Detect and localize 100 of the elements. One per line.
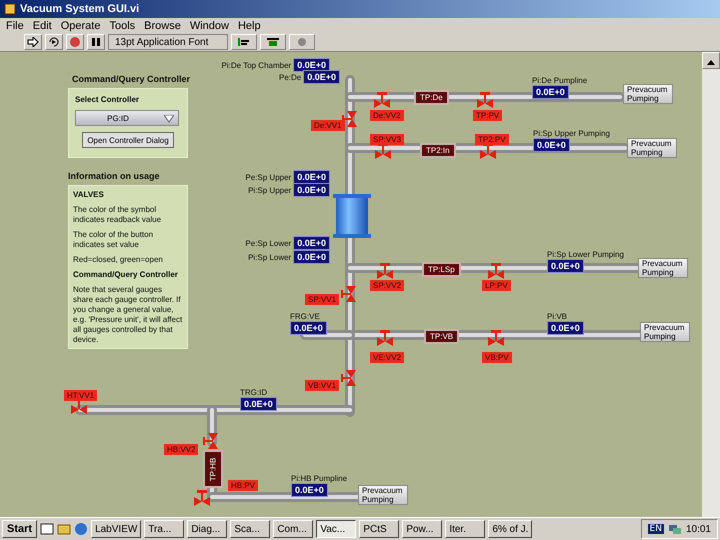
valve-icon[interactable] xyxy=(341,285,359,303)
panel-heading: Information on usage xyxy=(68,171,160,182)
valve-icon[interactable] xyxy=(373,91,391,109)
open-dialog-button[interactable]: Open Controller Dialog xyxy=(82,132,174,148)
taskbar-button[interactable]: 6% of J. xyxy=(488,520,532,538)
valve-button[interactable]: SP:VV3 xyxy=(370,134,404,145)
pressure-display: 0.0E+0 xyxy=(293,170,330,184)
gauge-label: TRG:ID xyxy=(240,388,268,397)
menu-item[interactable]: Window xyxy=(190,20,229,32)
pump-box[interactable]: TP:HB xyxy=(203,450,223,488)
menu-item[interactable]: Edit xyxy=(32,20,52,32)
valve-button[interactable]: VB:VV1 xyxy=(305,380,340,391)
taskbar-button[interactable]: Iter. xyxy=(445,520,486,538)
gauge-label: Pi:HB Pumpline xyxy=(291,474,348,483)
valve-icon[interactable] xyxy=(487,262,505,280)
valve-button[interactable]: SP:VV2 xyxy=(370,280,404,291)
gauge-label: Pi:Sp Upper xyxy=(248,186,292,194)
gauge-label: Pi:De Top Chamber xyxy=(222,60,292,70)
scrollbar[interactable] xyxy=(702,52,720,517)
gauge-label: Pe:Sp Lower xyxy=(245,238,292,248)
circle-icon xyxy=(295,37,309,47)
valve-button[interactable]: VE:VV2 xyxy=(370,352,404,363)
reorder-button[interactable] xyxy=(289,34,315,50)
abort-button[interactable] xyxy=(66,34,84,50)
menu-item[interactable]: Browse xyxy=(144,20,181,32)
valve-button[interactable]: HT:VV1 xyxy=(64,390,98,401)
valve-button[interactable]: De:VV1 xyxy=(311,120,345,131)
prevacuum-button[interactable]: Prevacuum Pumping xyxy=(627,138,677,158)
info-text: Note that several gauges share each gauge controller. If you change a general value, e.g. 'Pressure unit', it will affect all gauges controlled by that device. xyxy=(73,285,183,345)
prevacuum-button[interactable]: Prevacuum Pumping xyxy=(640,322,690,342)
pump-box[interactable]: TP:VB xyxy=(424,329,460,344)
menu-item[interactable]: Operate xyxy=(60,20,100,32)
taskbar-button[interactable]: LabVIEW xyxy=(91,520,142,538)
font-dropdown[interactable]: 13pt Application Font xyxy=(108,34,228,50)
app-icon xyxy=(4,3,16,15)
pump-box[interactable]: TP:De xyxy=(414,90,449,105)
valve-icon[interactable] xyxy=(376,262,394,280)
valve-button[interactable]: LP:PV xyxy=(482,280,511,291)
valve-button[interactable]: TP2:PV xyxy=(475,134,509,145)
start-button[interactable]: Start xyxy=(2,520,38,538)
valve-icon[interactable] xyxy=(203,432,221,450)
controller-dropdown[interactable]: PG:ID xyxy=(75,110,179,126)
valve-icon[interactable] xyxy=(193,489,211,507)
valve-icon[interactable] xyxy=(342,110,360,128)
pressure-display: 0.0E+0 xyxy=(547,321,584,335)
valve-button[interactable]: HB:PV xyxy=(228,480,258,491)
valve-icon[interactable] xyxy=(476,91,494,109)
taskbar-button[interactable]: Com... xyxy=(273,520,314,538)
taskbar-button[interactable]: Pow... xyxy=(402,520,442,538)
valve-button[interactable]: TP:PV xyxy=(473,110,502,121)
up-arrow-icon xyxy=(707,60,715,65)
panel-heading: Command/Query Controller xyxy=(72,74,190,85)
align-icon xyxy=(237,37,251,47)
network-icon[interactable] xyxy=(668,523,682,535)
valve-button[interactable]: VB:PV xyxy=(482,352,512,363)
gauge-label: Pi:De Pumpline xyxy=(532,76,588,85)
prevacuum-button[interactable]: Prevacuum Pumping xyxy=(623,84,673,104)
gauge-label: Pi:Sp Lower xyxy=(248,252,292,262)
gauge-label: Pi:VB xyxy=(547,312,568,321)
run-button[interactable] xyxy=(24,34,42,50)
gauge-label: Pi:Sp Lower Pumping xyxy=(547,250,624,259)
arrow-icon xyxy=(27,37,39,47)
pressure-display: 0.0E+0 xyxy=(532,85,569,99)
taskbar-button[interactable]: Vac... xyxy=(316,520,356,538)
pause-button[interactable] xyxy=(87,34,105,50)
valve-button[interactable]: HB:VV2 xyxy=(164,444,198,455)
menu-item[interactable]: Help xyxy=(238,20,261,32)
valve-icon[interactable] xyxy=(341,369,359,387)
desktop-icon[interactable] xyxy=(40,522,54,536)
valve-icon[interactable] xyxy=(487,329,505,347)
pressure-display: 0.0E+0 xyxy=(533,138,570,152)
loop-icon xyxy=(48,36,60,48)
align-button[interactable] xyxy=(231,34,257,50)
taskbar-button[interactable]: Sca... xyxy=(230,520,270,538)
prevacuum-button[interactable]: Prevacuum Pumping xyxy=(358,485,408,505)
pressure-display: 0.0E+0 xyxy=(291,483,328,497)
select-label: Select Controller xyxy=(75,95,140,104)
distribute-icon xyxy=(266,37,280,47)
run-continuously-button[interactable] xyxy=(45,34,63,50)
taskbar-button[interactable]: PCtS xyxy=(359,520,400,538)
distribute-button[interactable] xyxy=(260,34,286,50)
pause-icon xyxy=(91,37,101,47)
folder-icon[interactable] xyxy=(57,522,72,536)
valve-button[interactable]: SP:VV1 xyxy=(305,294,340,305)
taskbar-button[interactable]: Diag... xyxy=(187,520,228,538)
valve-button[interactable]: De:VV2 xyxy=(370,110,404,121)
menu-item[interactable]: Tools xyxy=(109,20,136,32)
globe-icon[interactable] xyxy=(74,522,88,536)
gauge-label: FRG:VE xyxy=(290,312,320,321)
menu-item[interactable]: File xyxy=(6,20,24,32)
language-indicator[interactable]: EN xyxy=(648,524,664,534)
pump-box[interactable]: TP2:In xyxy=(420,143,456,158)
valve-icon[interactable] xyxy=(376,329,394,347)
pump-box[interactable]: TP:LSp xyxy=(422,262,461,277)
gauge-label: Pi:Sp Upper Pumping xyxy=(533,129,610,138)
taskbar-button[interactable]: Tra... xyxy=(144,520,184,538)
prevacuum-button[interactable]: Prevacuum Pumping xyxy=(638,258,688,278)
pressure-display: 0.0E+0 xyxy=(290,321,327,335)
pressure-display: 0.0E+0 xyxy=(293,250,330,264)
scroll-up-button[interactable] xyxy=(702,52,720,69)
